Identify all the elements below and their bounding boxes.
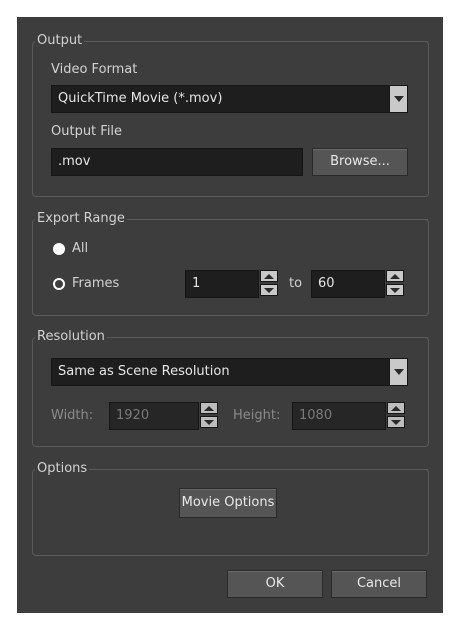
export-range-group-title: Export Range (35, 211, 127, 227)
arrow-up-icon[interactable] (386, 270, 404, 282)
ok-button[interactable]: OK (227, 570, 323, 598)
arrow-down-icon[interactable] (260, 284, 278, 296)
width-value: 1920 (116, 408, 150, 423)
group-title-rule (90, 41, 428, 42)
options-group: Options Movie Options (32, 461, 429, 556)
height-label: Height: (233, 408, 281, 423)
frames-radio-label[interactable]: Frames (72, 276, 119, 292)
output-file-value: .mov (58, 154, 91, 169)
export-range-group: Export Range All Frames 1 to 60 (32, 211, 429, 316)
options-group-title: Options (35, 461, 90, 477)
frames-to-value: 60 (318, 276, 335, 291)
all-radio-label[interactable]: All (72, 241, 88, 257)
arrow-down-icon (200, 416, 218, 428)
browse-button[interactable]: Browse... (312, 148, 408, 176)
video-format-dropdown[interactable]: QuickTime Movie (*.mov) (51, 85, 408, 113)
arrow-up-icon (387, 402, 405, 414)
video-format-label: Video Format (51, 62, 138, 77)
output-group-title: Output (35, 33, 85, 49)
height-stepper (387, 402, 405, 430)
arrow-up-icon (200, 402, 218, 414)
resolution-group-title: Resolution (35, 329, 107, 345)
width-input: 1920 (109, 402, 199, 430)
frames-to-stepper[interactable] (386, 270, 404, 298)
output-file-label: Output File (51, 124, 123, 139)
group-title-rule (95, 469, 428, 470)
movie-options-button[interactable]: Movie Options (179, 488, 277, 518)
output-file-input[interactable]: .mov (51, 148, 303, 176)
cancel-button[interactable]: Cancel (331, 570, 427, 598)
width-stepper (200, 402, 218, 430)
frames-radio[interactable] (53, 278, 65, 290)
arrow-down-icon[interactable] (386, 284, 404, 296)
frames-to-input[interactable]: 60 (311, 270, 385, 298)
video-format-value: QuickTime Movie (*.mov) (58, 91, 223, 106)
frames-from-input[interactable]: 1 (185, 270, 259, 298)
height-input: 1080 (292, 402, 386, 430)
height-value: 1080 (299, 408, 333, 423)
frames-from-value: 1 (192, 276, 201, 291)
width-label: Width: (51, 408, 94, 423)
output-group: Output Video Format QuickTime Movie (*.m… (32, 33, 429, 197)
all-radio[interactable] (53, 243, 65, 255)
chevron-down-icon[interactable] (389, 359, 407, 385)
frames-from-stepper[interactable] (260, 270, 278, 298)
chevron-down-icon[interactable] (389, 86, 407, 112)
resolution-dropdown[interactable]: Same as Scene Resolution (51, 358, 408, 386)
export-movie-dialog: Output Video Format QuickTime Movie (*.m… (17, 17, 443, 613)
resolution-value: Same as Scene Resolution (58, 364, 230, 379)
group-title-rule (113, 337, 428, 338)
arrow-down-icon (387, 416, 405, 428)
group-title-rule (133, 219, 428, 220)
to-label: to (289, 276, 303, 291)
resolution-group: Resolution Same as Scene Resolution Widt… (32, 329, 429, 447)
arrow-up-icon[interactable] (260, 270, 278, 282)
